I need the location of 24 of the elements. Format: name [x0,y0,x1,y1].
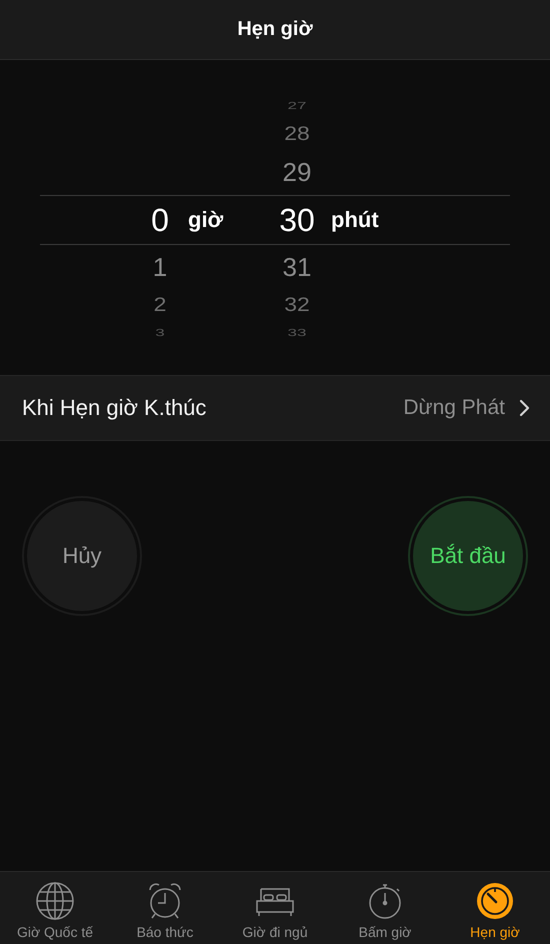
picker-value[interactable]: 0 [140,204,180,236]
globe-icon [35,881,75,921]
tab[interactable]: Báo thức [110,872,220,944]
picker-value[interactable]: 32 [271,294,323,314]
cancel-button[interactable]: Hủy [27,501,137,611]
setting-label: Khi Hẹn giờ K.thúc [22,395,208,421]
picker-value[interactable]: 31 [271,254,323,280]
minute-unit-label: phút [331,207,379,233]
timer-icon [475,881,515,921]
tab[interactable]: Giờ Quốc tế [0,872,110,944]
picker-value[interactable]: 30 [271,204,323,236]
start-button[interactable]: Bắt đầu [413,501,523,611]
tab[interactable]: Hẹn giờ [440,872,550,944]
timer-end-row[interactable]: Khi Hẹn giờ K.thúc Dừng Phát [0,375,550,441]
picker-value[interactable]: 29 [271,158,323,184]
picker-value[interactable]: 1 [140,254,180,280]
picker-value[interactable]: 28 [271,124,323,144]
picker-value[interactable]: 2 [140,294,180,314]
tab[interactable]: Giờ đi ngủ [220,872,330,944]
chevron-icon [519,399,530,417]
setting-value: Dừng Phát [403,396,505,420]
tab[interactable]: Bấm giờ [330,872,440,944]
nav-title: Hẹn giờ [237,18,313,41]
hour-unit-label: giờ [188,207,224,233]
